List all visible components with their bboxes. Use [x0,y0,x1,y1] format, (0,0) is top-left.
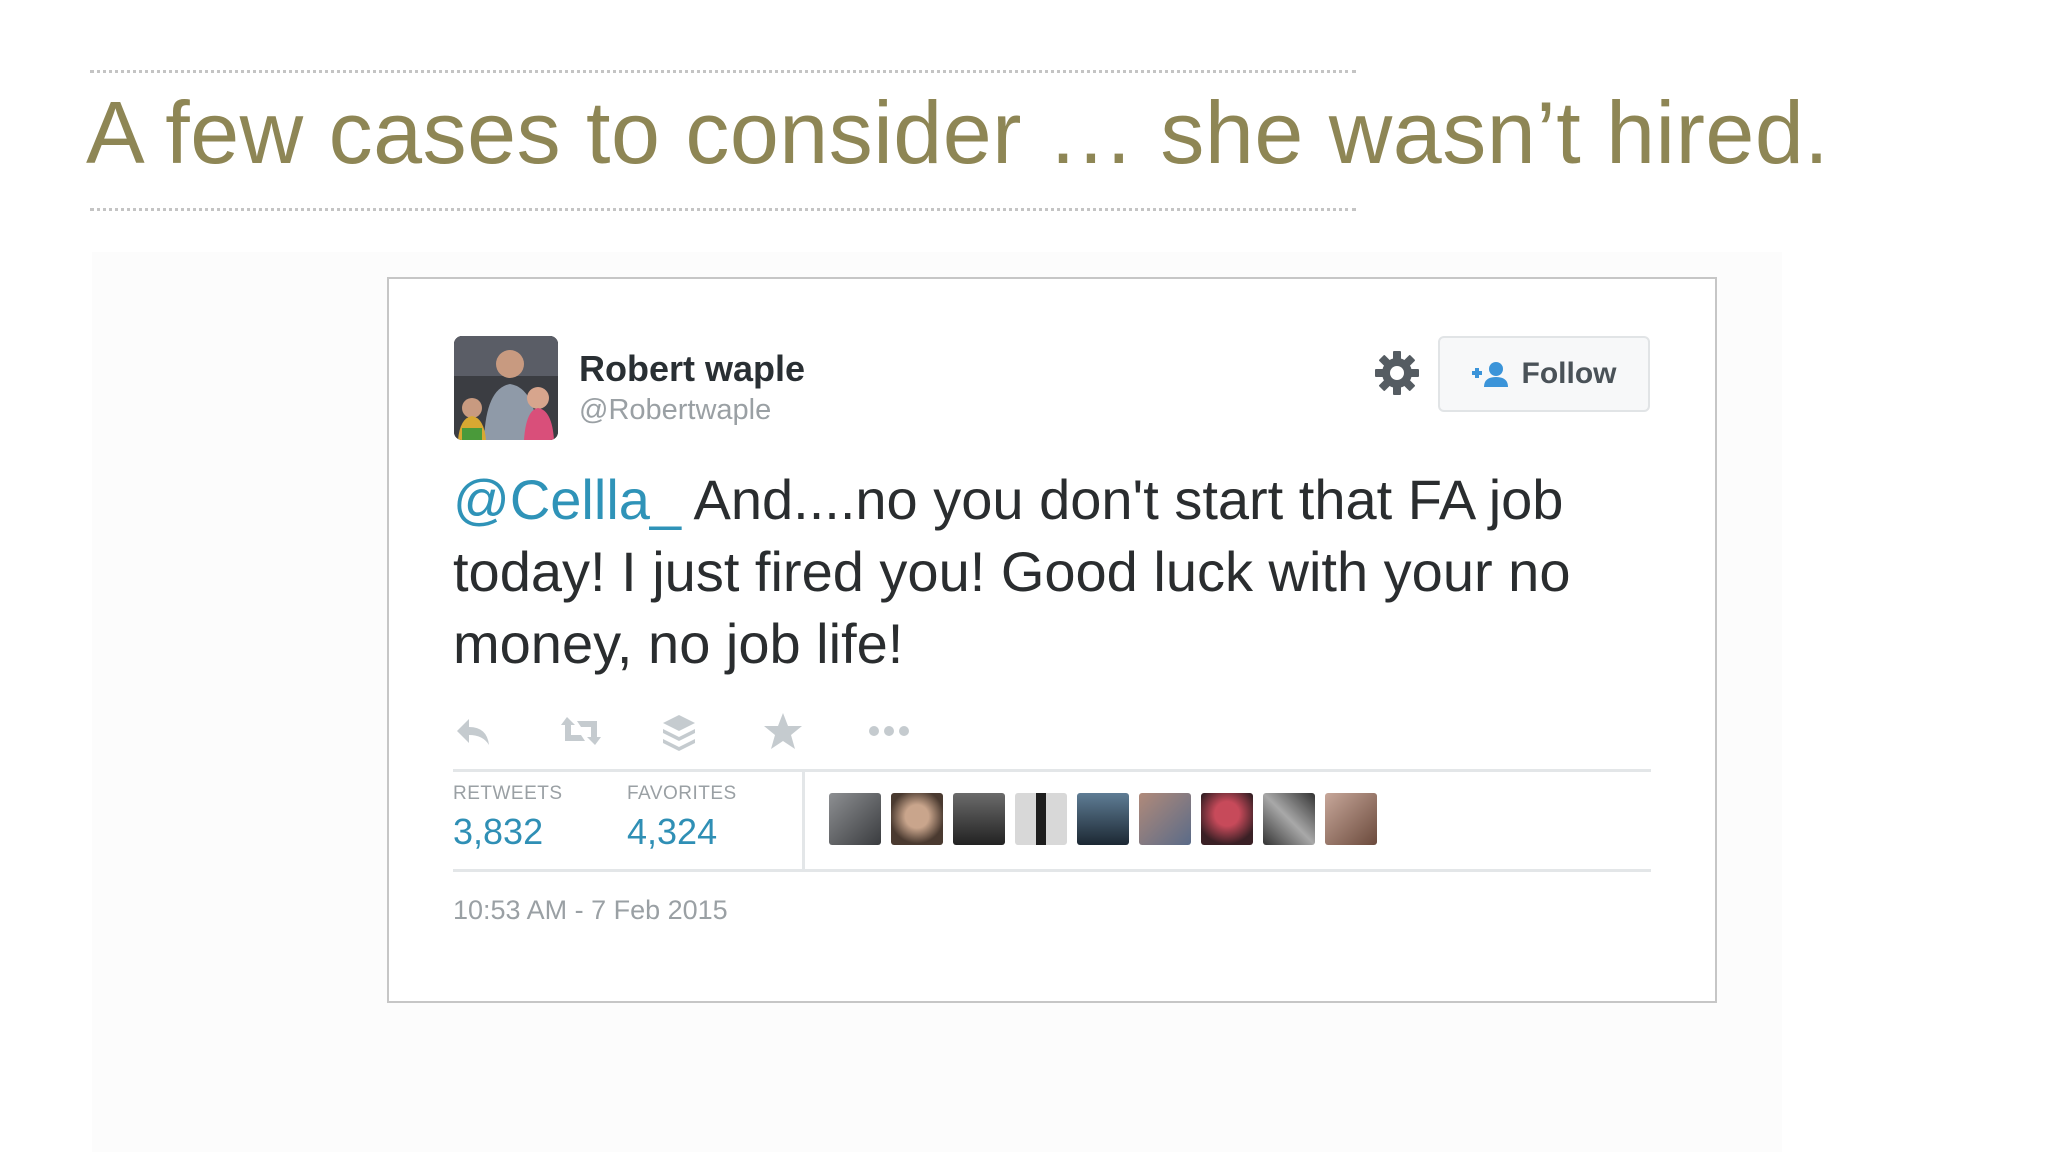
favoriter-avatar[interactable] [1077,793,1129,845]
stack-icon[interactable] [661,711,697,751]
favorites-label: FAVORITES [627,783,737,804]
retweet-icon[interactable] [559,711,603,751]
slide-title: A few cases to consider … she wasn’t hir… [86,83,1830,182]
favoriter-avatar[interactable] [1139,793,1191,845]
retweets-label: RETWEETS [453,783,563,804]
favoriter-avatar[interactable] [1263,793,1315,845]
favoriter-avatar[interactable] [891,793,943,845]
tweet-actions [453,711,953,759]
tweet-card: Robert waple @Robertwaple Follow @Cellla… [387,277,1717,1003]
title-rule-top [90,70,1356,73]
favoriter-avatars [829,793,1377,845]
mention-link[interactable]: @Cellla_ [453,468,681,531]
more-icon[interactable] [867,711,911,751]
stats-divider-top [453,769,1651,772]
favorite-icon[interactable] [763,711,803,751]
follow-label: Follow [1521,357,1617,390]
favoriter-avatar[interactable] [953,793,1005,845]
retweets-stat[interactable]: RETWEETS 3,832 [453,783,563,853]
favoriter-avatar[interactable] [1325,793,1377,845]
author-avatar[interactable] [454,336,558,440]
favorites-count: 4,324 [627,811,718,852]
reply-icon[interactable] [453,711,493,751]
gear-icon[interactable] [1373,349,1421,397]
favorites-stat[interactable]: FAVORITES 4,324 [627,783,737,853]
stats-divider-bottom [453,869,1651,872]
follow-person-icon [1471,362,1508,387]
tweet-timestamp[interactable]: 10:53 AM - 7 Feb 2015 [453,895,728,926]
retweets-count: 3,832 [453,811,544,852]
favoriter-avatar[interactable] [829,793,881,845]
follow-button[interactable]: Follow [1438,336,1650,412]
title-rule-bottom [90,208,1356,211]
tweet-text: @Cellla_ And....no you don't start that … [453,464,1633,680]
favoriter-avatar[interactable] [1201,793,1253,845]
stats-vertical-divider [802,771,805,869]
author-name[interactable]: Robert waple [579,348,805,390]
author-handle[interactable]: @Robertwaple [579,394,771,427]
favoriter-avatar[interactable] [1015,793,1067,845]
